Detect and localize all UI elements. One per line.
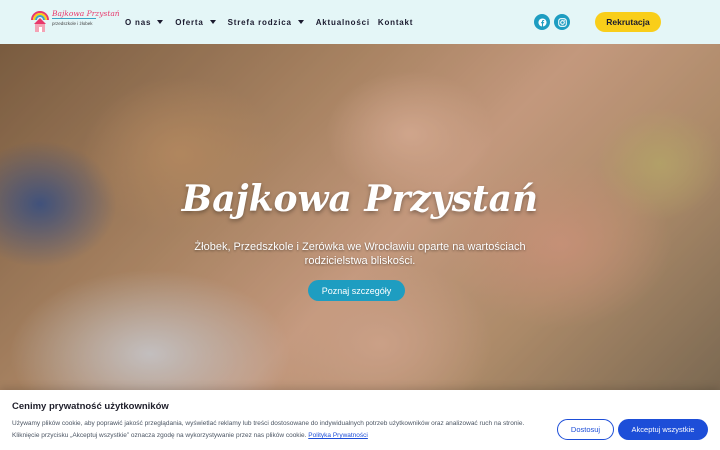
logo-underline (52, 18, 96, 19)
nav-item-label: Kontakt (377, 17, 414, 27)
facebook-link[interactable] (534, 14, 550, 30)
logo-title: Bajkowa Przystań (52, 9, 120, 18)
nav-item-oferta[interactable]: Oferta (175, 18, 219, 27)
site-logo[interactable]: Bajkowa Przystań przedszkole i żłobek (30, 6, 120, 38)
nav-item-label: Oferta (175, 17, 204, 27)
cookie-title: Cenimy prywatność użytkowników (12, 401, 169, 412)
chevron-down-icon (297, 20, 304, 24)
cookie-text: Używamy plików cookie, aby poprawić jako… (12, 418, 552, 442)
facebook-icon (537, 17, 547, 27)
cookie-consent-banner: Cenimy prywatność użytkowników Używamy p… (0, 390, 720, 450)
instagram-link[interactable] (554, 14, 570, 30)
nav-item-label: Aktualności (315, 17, 370, 27)
site-header: Bajkowa Przystań przedszkole i żłobek O … (0, 0, 720, 44)
hero-title: Bajkowa Przystań (181, 178, 539, 220)
hero-description: Żłobek, Przedszkole i Zerówka we Wrocław… (194, 241, 526, 267)
logo-subtitle: przedszkole i żłobek (52, 21, 93, 26)
cookie-description: Używamy plików cookie, aby poprawić jako… (12, 420, 525, 439)
privacy-policy-link[interactable]: Polityka Prywatności (308, 432, 368, 439)
recruitment-button[interactable]: Rekrutacja (595, 12, 661, 32)
cookie-customize-button[interactable]: Dostosuj (557, 419, 614, 440)
nav-item-label: Strefa rodzica (227, 17, 292, 27)
learn-more-button[interactable]: Poznaj szczegóły (308, 280, 405, 301)
nav-item-o-nas[interactable]: O nas (125, 18, 167, 27)
nav-item-aktualnosci[interactable]: Aktualności (316, 18, 370, 27)
hero-section: Bajkowa Przystań Żłobek, Przedszkole i Z… (0, 44, 720, 390)
nav-item-strefa-rodzica[interactable]: Strefa rodzica (228, 18, 308, 27)
chevron-down-icon (209, 20, 216, 24)
instagram-icon (557, 17, 567, 27)
main-nav: O nas Oferta Strefa rodzica Aktualności … (125, 16, 421, 28)
cookie-accept-all-button[interactable]: Akceptuj wszystkie (618, 419, 708, 440)
chevron-down-icon (157, 20, 164, 24)
nav-item-kontakt[interactable]: Kontakt (378, 18, 413, 27)
house-rainbow-logo-icon (31, 11, 49, 32)
nav-item-label: O nas (125, 17, 152, 27)
